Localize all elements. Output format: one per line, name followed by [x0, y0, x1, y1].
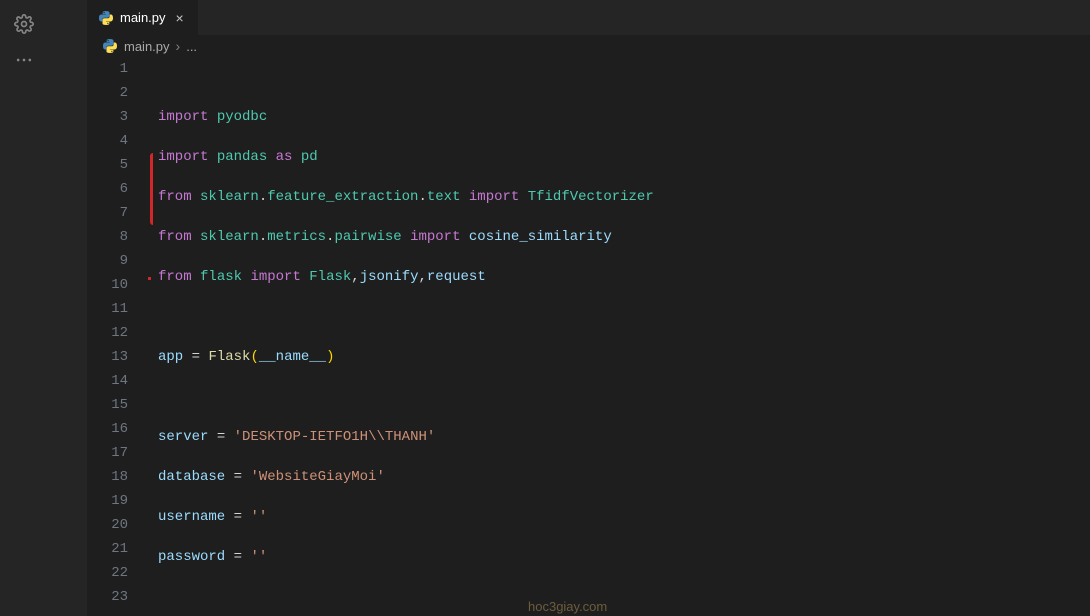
line-number: 12 [88, 321, 128, 345]
editor-main: main.py × main.py › ... 1 2 3 4 5 6 7 8 … [88, 0, 1090, 616]
line-number: 4 [88, 129, 128, 153]
line-number: 20 [88, 513, 128, 537]
sidebar-collapsed [48, 0, 88, 616]
line-number: 23 [88, 585, 128, 609]
tab-close-icon[interactable]: × [172, 10, 188, 26]
tab-bar: main.py × [88, 0, 1090, 35]
line-number: 15 [88, 393, 128, 417]
manage-gear-icon[interactable] [0, 6, 48, 42]
activity-bar [0, 0, 48, 616]
line-number: 6 [88, 177, 128, 201]
code-line: username = '' [158, 505, 1090, 529]
line-number: 16 [88, 417, 128, 441]
line-number: 5 [88, 153, 128, 177]
line-number: 21 [88, 537, 128, 561]
code-line [158, 305, 1090, 329]
code-line: password = '' [158, 545, 1090, 569]
code-line: server = 'DESKTOP-IETFO1H\\THANH' [158, 425, 1090, 449]
python-file-icon [98, 10, 114, 26]
line-number: 9 [88, 249, 128, 273]
breadcrumb-more: ... [186, 39, 197, 54]
line-number: 14 [88, 369, 128, 393]
tab-label: main.py [120, 10, 166, 25]
code-line: database = 'WebsiteGiayMoi' [158, 465, 1090, 489]
line-number: 13 [88, 345, 128, 369]
code-editor[interactable]: 1 2 3 4 5 6 7 8 9 10 11 12 13 14 15 16 1… [88, 57, 1090, 616]
line-number-gutter: 1 2 3 4 5 6 7 8 9 10 11 12 13 14 15 16 1… [88, 57, 148, 616]
code-line: import pandas as pd [158, 145, 1090, 169]
code-line [158, 385, 1090, 409]
line-number: 3 [88, 105, 128, 129]
line-number: 7 [88, 201, 128, 225]
code-line: app = Flask(__name__) [158, 345, 1090, 369]
highlight-bracket-icon [150, 153, 153, 225]
line-number: 1 [88, 57, 128, 81]
code-line: from sklearn.feature_extraction.text imp… [158, 185, 1090, 209]
code-line: import pyodbc [158, 105, 1090, 129]
code-content[interactable]: import pyodbc import pandas as pd from s… [148, 57, 1090, 616]
line-number: 17 [88, 441, 128, 465]
code-line: from flask import Flask,jsonify,request [158, 265, 1090, 289]
python-file-icon [102, 38, 118, 54]
breadcrumb[interactable]: main.py › ... [88, 35, 1090, 57]
code-line [158, 585, 1090, 609]
watermark-text: hoc3giay.com [528, 599, 607, 614]
line-number: 19 [88, 489, 128, 513]
more-ellipsis-icon[interactable] [0, 42, 48, 78]
line-number: 10 [88, 273, 128, 297]
modified-marker-icon [148, 277, 151, 280]
line-number: 8 [88, 225, 128, 249]
code-line: from sklearn.metrics.pairwise import cos… [158, 225, 1090, 249]
line-number: 18 [88, 465, 128, 489]
breadcrumb-file: main.py [124, 39, 170, 54]
chevron-right-icon: › [176, 38, 181, 54]
line-number: 11 [88, 297, 128, 321]
line-number: 22 [88, 561, 128, 585]
line-number: 2 [88, 81, 128, 105]
tab-main-py[interactable]: main.py × [88, 0, 199, 35]
